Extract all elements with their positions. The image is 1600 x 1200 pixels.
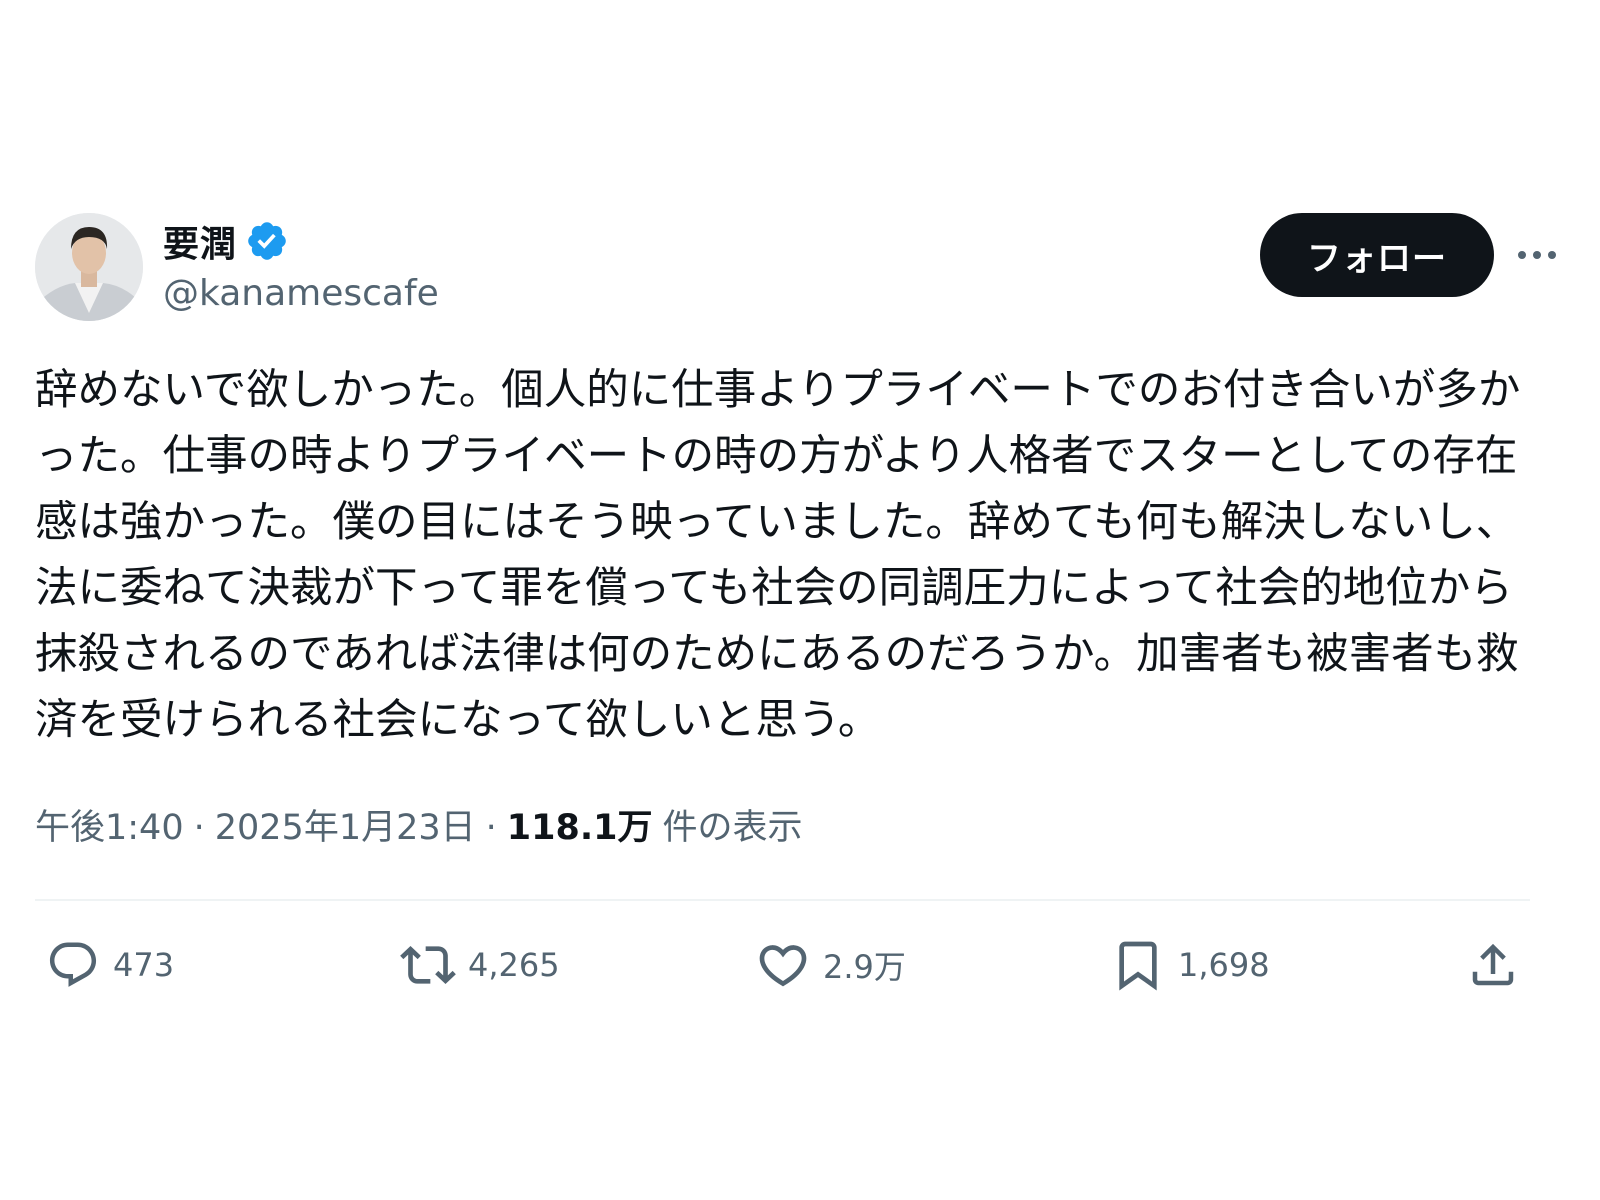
tweet-text: 辞めないで欲しかった。個人的に仕事よりプライベートでのお付き合いが多かった。仕事…	[35, 366, 1521, 745]
more-options-button[interactable]	[1513, 233, 1561, 277]
share-icon	[1465, 937, 1521, 993]
tweet: 要潤 @kanamescafe フォロー 辞めないで欲しかった。個人的に仕事より…	[35, 213, 1565, 991]
verified-badge-icon[interactable]	[245, 219, 289, 263]
tweet-header: 要潤 @kanamescafe フォロー	[35, 213, 1565, 323]
user-handle[interactable]: @kanamescafe	[163, 273, 439, 314]
retweet-button[interactable]: 4,265	[400, 933, 560, 997]
follow-button[interactable]: フォロー	[1260, 213, 1494, 297]
tweet-time[interactable]: 午後1:40	[35, 799, 184, 850]
bookmark-icon	[1110, 937, 1166, 993]
tweet-meta: 午後1:40 · 2025年1月23日 · 118.1万 件の表示	[35, 799, 803, 850]
bookmark-button[interactable]: 1,698	[1110, 933, 1270, 997]
like-button[interactable]: 2.9万	[755, 933, 906, 997]
action-bar: 473 4,265 2.9万 1,698	[45, 933, 1530, 997]
divider	[35, 899, 1530, 901]
views-count[interactable]: 118.1万	[507, 799, 653, 850]
heart-icon	[755, 937, 811, 993]
reply-icon	[45, 937, 101, 993]
display-name-row: 要潤	[163, 215, 439, 267]
bookmark-count: 1,698	[1178, 946, 1270, 984]
reply-button[interactable]: 473	[45, 933, 174, 997]
retweet-icon	[400, 937, 456, 993]
meta-separator: ·	[485, 808, 497, 848]
tweet-date[interactable]: 2025年1月23日	[215, 799, 476, 850]
share-button[interactable]	[1465, 933, 1521, 997]
ellipsis-icon	[1518, 251, 1556, 259]
display-name[interactable]: 要潤	[163, 215, 237, 267]
user-names: 要潤 @kanamescafe	[163, 215, 439, 314]
reply-count: 473	[113, 946, 175, 984]
avatar-image	[35, 213, 143, 321]
meta-separator: ·	[193, 808, 205, 848]
avatar[interactable]	[35, 213, 143, 321]
views-label[interactable]: 件の表示	[663, 799, 803, 850]
like-count: 2.9万	[823, 948, 906, 986]
retweet-count: 4,265	[468, 946, 560, 984]
